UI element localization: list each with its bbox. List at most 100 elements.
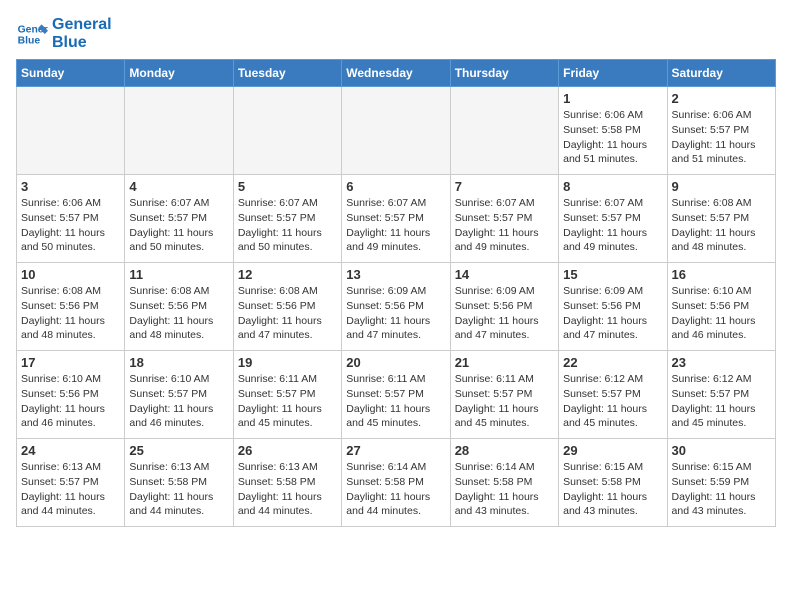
day-info: Sunrise: 6:13 AMSunset: 5:57 PMDaylight:… [21,460,120,519]
calendar-cell: 2 Sunrise: 6:06 AMSunset: 5:57 PMDaylight… [667,87,775,175]
day-number: 3 [21,179,120,194]
day-number: 30 [672,443,771,458]
calendar-cell: 17 Sunrise: 6:10 AMSunset: 5:56 PMDayligh… [17,351,125,439]
day-number: 19 [238,355,337,370]
day-info: Sunrise: 6:10 AMSunset: 5:56 PMDaylight:… [21,372,120,431]
day-info: Sunrise: 6:11 AMSunset: 5:57 PMDaylight:… [346,372,445,431]
day-info: Sunrise: 6:07 AMSunset: 5:57 PMDaylight:… [346,196,445,255]
day-info: Sunrise: 6:10 AMSunset: 5:56 PMDaylight:… [672,284,771,343]
calendar-day-header: Friday [559,60,667,87]
day-number: 26 [238,443,337,458]
day-info: Sunrise: 6:06 AMSunset: 5:57 PMDaylight:… [21,196,120,255]
calendar-header-row: SundayMondayTuesdayWednesdayThursdayFrid… [17,60,776,87]
day-info: Sunrise: 6:11 AMSunset: 5:57 PMDaylight:… [455,372,554,431]
day-info: Sunrise: 6:14 AMSunset: 5:58 PMDaylight:… [346,460,445,519]
calendar-cell: 22 Sunrise: 6:12 AMSunset: 5:57 PMDayligh… [559,351,667,439]
day-number: 25 [129,443,228,458]
calendar-cell: 4 Sunrise: 6:07 AMSunset: 5:57 PMDaylight… [125,175,233,263]
day-number: 6 [346,179,445,194]
day-info: Sunrise: 6:13 AMSunset: 5:58 PMDaylight:… [238,460,337,519]
calendar-cell [125,87,233,175]
day-info: Sunrise: 6:15 AMSunset: 5:58 PMDaylight:… [563,460,662,519]
calendar-cell [342,87,450,175]
calendar-cell: 8Sunrise: 6:07 AMSunset: 5:57 PMDaylight… [559,175,667,263]
day-number: 11 [129,267,228,282]
logo-icon: General Blue [16,18,48,50]
logo: General Blue General Blue [16,16,112,51]
day-number: 29 [563,443,662,458]
day-info: Sunrise: 6:15 AMSunset: 5:59 PMDaylight:… [672,460,771,519]
day-number: 16 [672,267,771,282]
calendar-day-header: Saturday [667,60,775,87]
day-info: Sunrise: 6:13 AMSunset: 5:58 PMDaylight:… [129,460,228,519]
calendar-cell: 5 Sunrise: 6:07 AMSunset: 5:57 PMDaylight… [233,175,341,263]
day-info: Sunrise: 6:11 AMSunset: 5:57 PMDaylight:… [238,372,337,431]
day-number: 10 [21,267,120,282]
calendar-cell: 3 Sunrise: 6:06 AMSunset: 5:57 PMDaylight… [17,175,125,263]
calendar-day-header: Tuesday [233,60,341,87]
calendar-week-row: 17 Sunrise: 6:10 AMSunset: 5:56 PMDayligh… [17,351,776,439]
day-number: 4 [129,179,228,194]
day-info: Sunrise: 6:08 AMSunset: 5:57 PMDaylight:… [672,196,771,255]
calendar-day-header: Thursday [450,60,558,87]
logo-text: General [52,16,112,34]
day-info: Sunrise: 6:12 AMSunset: 5:57 PMDaylight:… [672,372,771,431]
calendar-cell: 1Sunrise: 6:06 AMSunset: 5:58 PMDaylight… [559,87,667,175]
logo-text2: Blue [52,34,112,52]
calendar-cell: 27 Sunrise: 6:14 AMSunset: 5:58 PMDayligh… [342,439,450,527]
calendar-cell: 13Sunrise: 6:09 AMSunset: 5:56 PMDayligh… [342,263,450,351]
calendar-body: 1Sunrise: 6:06 AMSunset: 5:58 PMDaylight… [17,87,776,527]
calendar-cell: 14Sunrise: 6:09 AMSunset: 5:56 PMDayligh… [450,263,558,351]
calendar-week-row: 10 Sunrise: 6:08 AMSunset: 5:56 PMDayligh… [17,263,776,351]
calendar-cell: 25 Sunrise: 6:13 AMSunset: 5:58 PMDayligh… [125,439,233,527]
calendar-week-row: 1Sunrise: 6:06 AMSunset: 5:58 PMDaylight… [17,87,776,175]
calendar-day-header: Sunday [17,60,125,87]
calendar-cell: 29 Sunrise: 6:15 AMSunset: 5:58 PMDayligh… [559,439,667,527]
day-info: Sunrise: 6:09 AMSunset: 5:56 PMDaylight:… [346,284,445,343]
day-number: 20 [346,355,445,370]
calendar-day-header: Wednesday [342,60,450,87]
day-info: Sunrise: 6:07 AMSunset: 5:57 PMDaylight:… [129,196,228,255]
day-info: Sunrise: 6:06 AMSunset: 5:57 PMDaylight:… [672,108,771,167]
calendar-week-row: 24Sunrise: 6:13 AMSunset: 5:57 PMDayligh… [17,439,776,527]
day-number: 8 [563,179,662,194]
day-number: 14 [455,267,554,282]
day-number: 17 [21,355,120,370]
calendar-cell: 15Sunrise: 6:09 AMSunset: 5:56 PMDayligh… [559,263,667,351]
day-number: 22 [563,355,662,370]
day-info: Sunrise: 6:06 AMSunset: 5:58 PMDaylight:… [563,108,662,167]
calendar-cell [17,87,125,175]
calendar-cell: 18Sunrise: 6:10 AMSunset: 5:57 PMDayligh… [125,351,233,439]
day-info: Sunrise: 6:14 AMSunset: 5:58 PMDaylight:… [455,460,554,519]
calendar-cell: 7 Sunrise: 6:07 AMSunset: 5:57 PMDaylight… [450,175,558,263]
calendar-table: SundayMondayTuesdayWednesdayThursdayFrid… [16,59,776,527]
calendar-cell: 20 Sunrise: 6:11 AMSunset: 5:57 PMDayligh… [342,351,450,439]
calendar-cell: 30 Sunrise: 6:15 AMSunset: 5:59 PMDayligh… [667,439,775,527]
day-number: 5 [238,179,337,194]
day-number: 2 [672,91,771,106]
calendar-cell: 23Sunrise: 6:12 AMSunset: 5:57 PMDayligh… [667,351,775,439]
day-info: Sunrise: 6:08 AMSunset: 5:56 PMDaylight:… [129,284,228,343]
day-info: Sunrise: 6:08 AMSunset: 5:56 PMDaylight:… [21,284,120,343]
day-info: Sunrise: 6:08 AMSunset: 5:56 PMDaylight:… [238,284,337,343]
day-number: 28 [455,443,554,458]
day-info: Sunrise: 6:12 AMSunset: 5:57 PMDaylight:… [563,372,662,431]
day-number: 12 [238,267,337,282]
calendar-cell: 16 Sunrise: 6:10 AMSunset: 5:56 PMDayligh… [667,263,775,351]
svg-text:Blue: Blue [18,35,41,46]
calendar-cell: 11 Sunrise: 6:08 AMSunset: 5:56 PMDayligh… [125,263,233,351]
calendar-week-row: 3 Sunrise: 6:06 AMSunset: 5:57 PMDaylight… [17,175,776,263]
day-number: 21 [455,355,554,370]
calendar-cell: 28 Sunrise: 6:14 AMSunset: 5:58 PMDayligh… [450,439,558,527]
calendar-cell: 24Sunrise: 6:13 AMSunset: 5:57 PMDayligh… [17,439,125,527]
day-info: Sunrise: 6:07 AMSunset: 5:57 PMDaylight:… [238,196,337,255]
calendar-cell: 6 Sunrise: 6:07 AMSunset: 5:57 PMDaylight… [342,175,450,263]
day-number: 7 [455,179,554,194]
calendar-cell: 12 Sunrise: 6:08 AMSunset: 5:56 PMDayligh… [233,263,341,351]
day-number: 27 [346,443,445,458]
day-number: 18 [129,355,228,370]
calendar-cell [233,87,341,175]
day-info: Sunrise: 6:09 AMSunset: 5:56 PMDaylight:… [563,284,662,343]
day-info: Sunrise: 6:07 AMSunset: 5:57 PMDaylight:… [455,196,554,255]
page-header: General Blue General Blue [16,16,776,51]
